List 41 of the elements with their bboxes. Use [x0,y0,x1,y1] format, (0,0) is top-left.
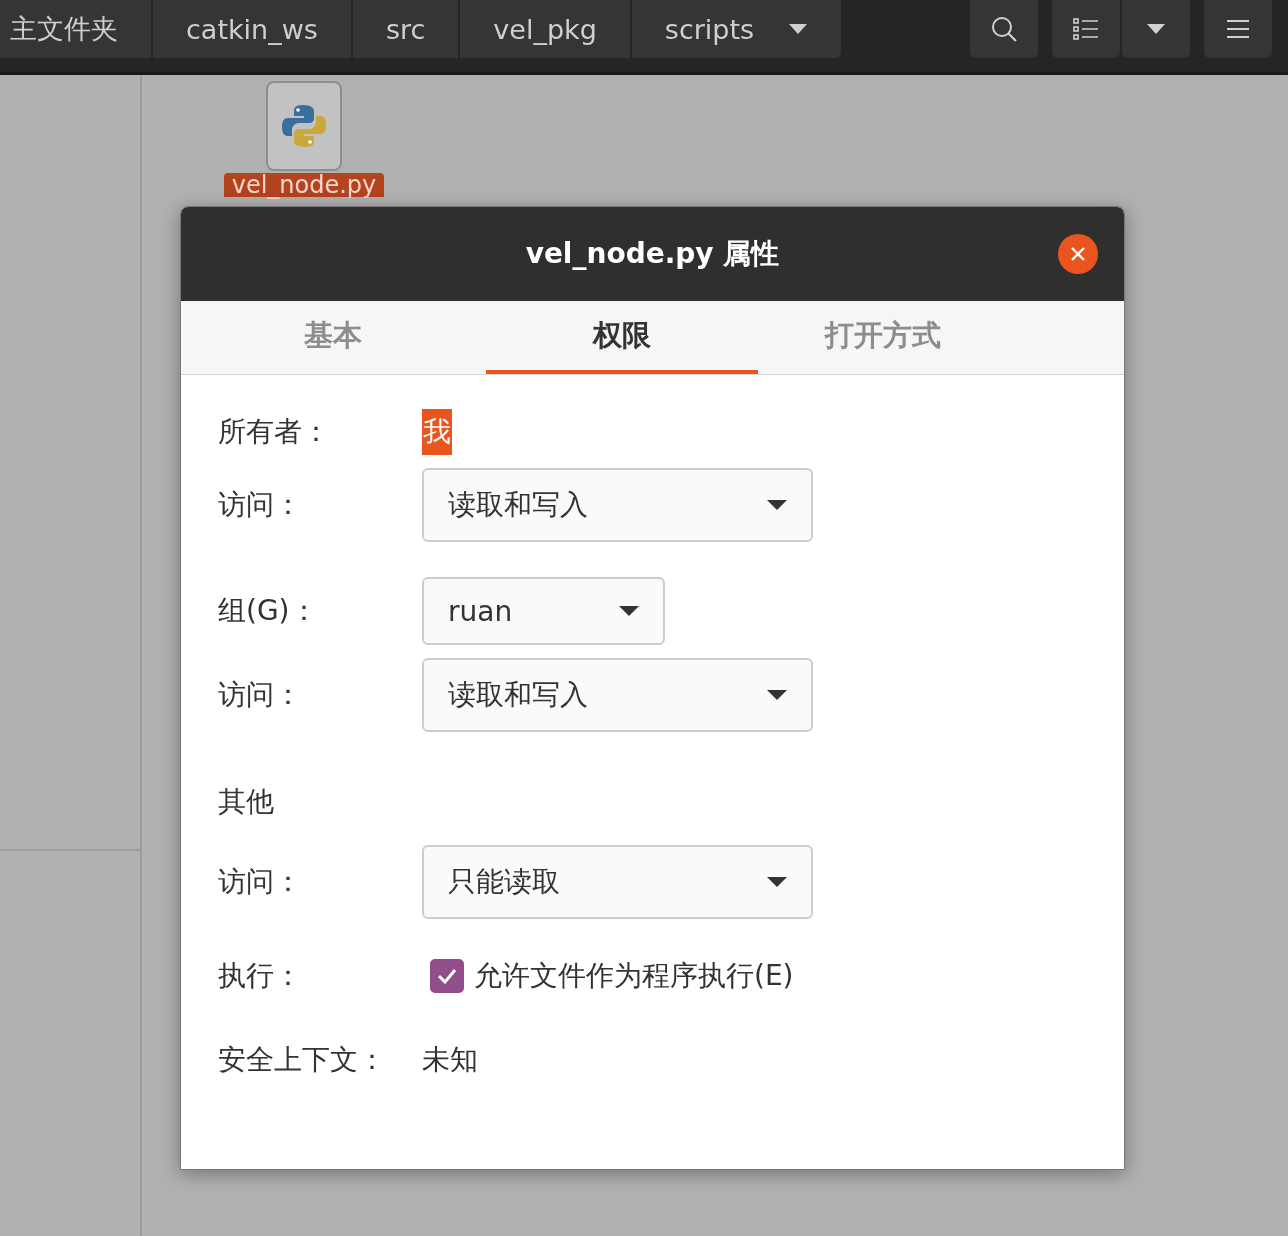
breadcrumb-button[interactable]: scripts [631,0,842,58]
view-list-button[interactable] [1052,0,1120,58]
section-heading: 其他 [218,784,274,820]
search-button[interactable] [970,0,1038,58]
checkbox[interactable] [430,959,464,993]
close-icon [1070,246,1086,262]
caret-icon [767,876,787,888]
breadcrumb-button[interactable]: src [352,0,459,58]
breadcrumb-button[interactable]: catkin_ws [153,0,351,58]
caret-icon [1146,23,1166,35]
field-label: 执行： [218,958,302,994]
field-label: 安全上下文： [218,1042,386,1078]
field-label: 访问： [218,677,302,713]
file-name[interactable]: vel_node.py [223,173,385,197]
dropdown[interactable]: 只能读取 [422,845,813,919]
field-value: 未知 [422,1042,478,1078]
dropdown[interactable]: ruan [422,577,665,645]
close-button[interactable] [1058,234,1098,274]
python-file-icon [281,103,327,149]
field-label: 所有者： [218,414,330,450]
file-icon-tile[interactable] [266,81,342,171]
menu-icon [1226,19,1250,39]
dropdown[interactable]: 读取和写入 [422,658,813,732]
dialog-title: vel_node.py 属性 [525,236,780,272]
field-label: 访问： [218,864,302,900]
field-label: 访问： [218,487,302,523]
list-icon [1073,17,1099,41]
breadcrumb-button[interactable]: 主文件夹 [0,0,151,58]
field-label: 组(G)： [218,593,318,629]
tab[interactable]: 权限 [486,301,758,374]
caret-icon [767,689,787,701]
caret-icon [767,499,787,511]
checkbox-label: 允许文件作为程序执行(E) [474,958,794,994]
check-icon [436,967,458,985]
view-options-button[interactable] [1122,0,1190,58]
breadcrumb-button[interactable]: vel_pkg [460,0,630,58]
search-icon [990,15,1018,43]
caret-icon [619,605,639,617]
dropdown[interactable]: 读取和写入 [422,468,813,542]
menu-button[interactable] [1204,0,1272,58]
owner-value: 我 [422,409,452,455]
